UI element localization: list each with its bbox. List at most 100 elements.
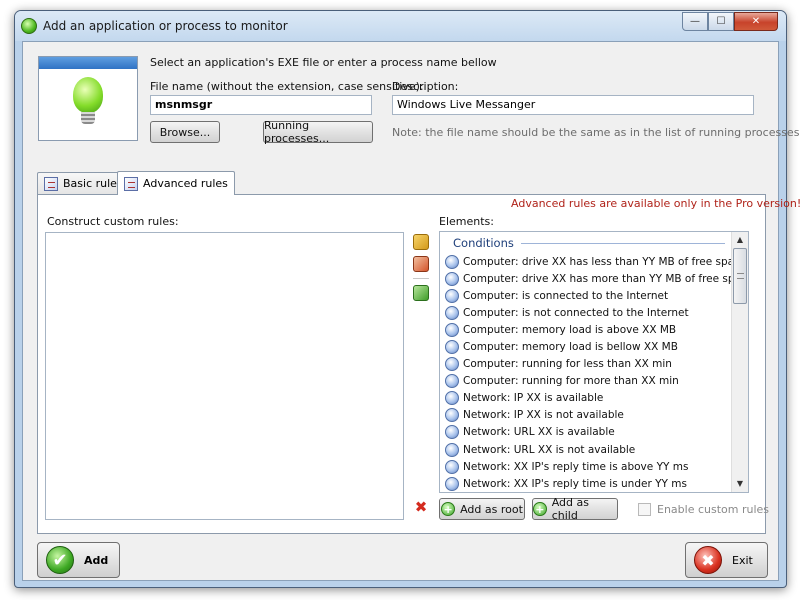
scroll-up-icon[interactable]: ▲ — [732, 232, 748, 248]
custom-rules-tree[interactable] — [45, 232, 404, 520]
rules-icon — [44, 176, 58, 191]
condition-label: Network: URL XX is available — [463, 426, 615, 439]
condition-icon — [445, 391, 459, 406]
condition-icon — [445, 322, 459, 337]
rule-tools — [413, 234, 429, 301]
filename-input[interactable]: msnmsgr — [150, 95, 372, 115]
condition-label: Computer: is connected to the Internet — [463, 289, 669, 302]
tab-advanced-rules[interactable]: Advanced rules — [117, 171, 235, 195]
tool-separator — [413, 278, 429, 279]
condition-item[interactable]: Computer: memory load is above XX MB — [445, 321, 729, 338]
add-as-child-button[interactable]: + Add as child — [532, 496, 618, 522]
condition-item[interactable]: Network: IP XX is not available — [445, 407, 729, 424]
tab-advanced-rules-label: Advanced rules — [143, 177, 228, 190]
running-processes-button[interactable]: Running processes... — [263, 119, 373, 145]
condition-label: Network: IP XX is available — [463, 392, 604, 405]
condition-icon — [445, 374, 459, 389]
application-image — [38, 56, 138, 141]
elements-label: Elements: — [439, 215, 494, 228]
tab-basic-rules-label: Basic rules — [63, 177, 123, 190]
title-bar[interactable]: Add an application or process to monitor… — [15, 11, 786, 41]
condition-icon — [445, 442, 459, 457]
condition-item[interactable]: Network: URL XX is not available — [445, 441, 729, 458]
conditions-list: Computer: drive XX has less than YY MB o… — [445, 253, 748, 492]
condition-icon — [445, 476, 459, 491]
condition-item[interactable]: Computer: running for more than XX min — [445, 373, 729, 390]
condition-label: Computer: drive XX has less than YY MB o… — [463, 255, 747, 268]
condition-label: Computer: running for more than XX min — [463, 375, 679, 388]
dialog-client-area: Select an application's EXE file or ente… — [22, 41, 800, 581]
construct-rules-label: Construct custom rules: — [47, 215, 179, 228]
validate-rule-icon[interactable] — [413, 285, 429, 301]
condition-label: Computer: memory load is above XX MB — [463, 323, 677, 336]
condition-icon — [445, 271, 459, 286]
condition-item[interactable]: Computer: drive XX has less than YY MB o… — [445, 253, 746, 270]
checkbox-box[interactable] — [638, 503, 651, 516]
checkmark-icon: ✔ — [46, 546, 74, 574]
window-bar-graphic — [39, 57, 137, 69]
minimize-icon: — — [690, 16, 700, 27]
exit-icon: ✖ — [694, 546, 722, 574]
condition-item[interactable]: Computer: running for less than XX min — [445, 356, 729, 373]
tab-basic-rules[interactable]: Basic rules — [37, 172, 130, 194]
lightbulb-base-graphic — [81, 112, 95, 124]
add-button[interactable]: ✔ Add — [37, 542, 120, 578]
condition-label: Network: URL XX is not available — [463, 443, 636, 456]
condition-item[interactable]: Computer: is not connected to the Intern… — [445, 304, 729, 321]
condition-icon — [445, 425, 459, 440]
condition-item[interactable]: Computer: memory load is bellow XX MB — [445, 338, 729, 355]
maximize-icon: ☐ — [716, 16, 726, 27]
condition-icon — [445, 357, 459, 372]
dialog-window: Add an application or process to monitor… — [14, 10, 800, 588]
instruction-text: Select an application's EXE file or ente… — [150, 56, 497, 69]
condition-item[interactable]: Network: IP XX is available — [445, 390, 729, 407]
browse-button-label: Browse... — [159, 125, 211, 139]
browse-button[interactable]: Browse... — [150, 121, 220, 143]
condition-icon — [445, 459, 459, 474]
window-controls: — ☐ ✕ — [682, 12, 778, 31]
exit-button[interactable]: ✖ Exit — [685, 542, 768, 578]
condition-label: Computer: running for less than XX min — [463, 358, 672, 371]
elements-scrollbar[interactable]: ▲ ▼ — [731, 232, 748, 492]
delete-rule-icon[interactable]: ✖ — [414, 500, 428, 515]
condition-icon — [445, 288, 459, 303]
condition-icon — [445, 305, 459, 320]
enable-custom-rules-checkbox[interactable]: Enable custom rules — [638, 503, 769, 516]
condition-icon — [445, 340, 459, 355]
conditions-group-header: Conditions — [443, 234, 729, 252]
edit-rule-icon[interactable] — [413, 256, 429, 272]
elements-list[interactable]: Conditions Computer: drive XX has less t… — [439, 231, 749, 493]
condition-icon — [445, 254, 459, 269]
advanced-rules-icon — [124, 176, 138, 191]
close-icon: ✕ — [751, 16, 761, 27]
condition-item[interactable]: Network: URL XX is available — [445, 424, 729, 441]
app-bulb-icon — [21, 18, 37, 34]
plus-icon: + — [441, 502, 456, 516]
condition-item[interactable]: Computer: is connected to the Internet — [445, 287, 729, 304]
condition-item[interactable]: Computer: drive XX has more than YY MB o… — [445, 270, 748, 287]
exit-button-label: Exit — [732, 553, 753, 567]
condition-label: Network: XX IP's reply time is under YY … — [463, 477, 687, 490]
running-processes-button-label: Running processes... — [264, 119, 330, 145]
condition-item[interactable]: Network: XX IP's reply time is under YY … — [445, 475, 729, 492]
condition-label: Network: XX IP's reply time is above YY … — [463, 460, 689, 473]
condition-label: Computer: drive XX has more than YY MB o… — [463, 272, 749, 285]
plus-icon: + — [533, 502, 547, 516]
close-button[interactable]: ✕ — [734, 12, 778, 31]
condition-label: Computer: is not connected to the Intern… — [463, 306, 689, 319]
minimize-button[interactable]: — — [682, 12, 708, 31]
scroll-thumb[interactable] — [733, 248, 747, 304]
condition-item[interactable]: Network: XX IP's reply time is above YY … — [445, 458, 729, 475]
condition-icon — [445, 408, 459, 423]
lightbulb-icon — [73, 77, 103, 113]
description-label: Description: — [392, 80, 459, 93]
scroll-down-icon[interactable]: ▼ — [732, 476, 748, 492]
filename-label: File name (without the extension, case s… — [150, 80, 424, 93]
open-rule-icon[interactable] — [413, 234, 429, 250]
add-button-label: Add — [84, 553, 109, 567]
add-as-root-button[interactable]: + Add as root — [439, 498, 525, 520]
pro-version-note: Advanced rules are available only in the… — [511, 197, 800, 210]
window-title: Add an application or process to monitor — [43, 19, 288, 33]
description-input[interactable]: Windows Live Messanger — [392, 95, 754, 115]
maximize-button[interactable]: ☐ — [708, 12, 734, 31]
